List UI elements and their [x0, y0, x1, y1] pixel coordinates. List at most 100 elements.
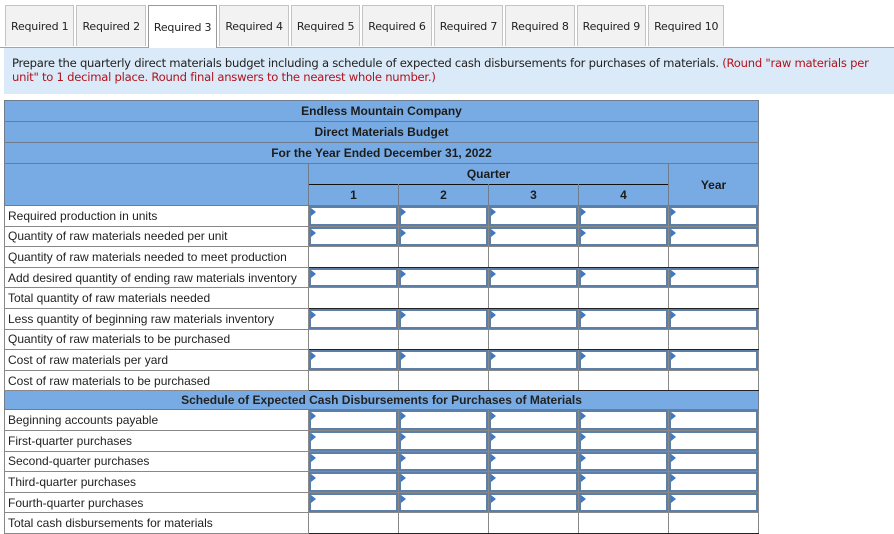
answer-input-q2[interactable]: [401, 208, 486, 224]
answer-input-q1[interactable]: [311, 310, 396, 327]
answer-input-q3[interactable]: [491, 494, 576, 511]
tab-required-9[interactable]: Required 9: [576, 5, 647, 46]
answer-input-year[interactable]: [671, 352, 756, 368]
cell-q4: [578, 246, 669, 268]
quarter-2-header: 2: [398, 184, 489, 206]
input-box: [669, 267, 758, 288]
answer-input-q1[interactable]: [311, 208, 396, 224]
cell-year: [668, 451, 759, 473]
budget-row: Required production in units: [4, 205, 759, 227]
input-box: [489, 267, 578, 288]
input-box: [309, 350, 398, 370]
answer-input-q3[interactable]: [491, 474, 576, 490]
row-label: Cost of raw materials per yard: [4, 349, 309, 371]
cell-q2: [398, 370, 489, 392]
budget-row: Quantity of raw materials to be purchase…: [4, 329, 759, 351]
answer-input-q1[interactable]: [311, 453, 396, 470]
input-box: [399, 410, 488, 430]
answer-input-year[interactable]: [671, 432, 756, 449]
input-box: [579, 206, 668, 226]
cell-q2: [398, 512, 489, 534]
tab-required-5[interactable]: Required 5: [290, 5, 361, 46]
answer-input-q3[interactable]: [491, 352, 576, 368]
quarter-3-header: 3: [488, 184, 579, 206]
tab-required-8[interactable]: Required 8: [505, 5, 575, 46]
answer-input-q3[interactable]: [491, 310, 576, 327]
input-box: [669, 206, 758, 226]
tab-required-1[interactable]: Required 1: [5, 5, 75, 46]
answer-input-q4[interactable]: [581, 494, 666, 511]
cell-year: [668, 471, 759, 493]
row-label: Quantity of raw materials needed per uni…: [4, 226, 309, 248]
answer-input-year[interactable]: [671, 228, 756, 245]
cell-q1: [308, 471, 399, 493]
answer-input-q2[interactable]: [401, 310, 486, 327]
answer-input-q4[interactable]: [581, 474, 666, 490]
answer-input-q2[interactable]: [401, 228, 486, 245]
cell-q3: [488, 349, 579, 371]
cell-q1: [308, 492, 399, 514]
cell-q2: [398, 349, 489, 371]
answer-input-q3[interactable]: [491, 228, 576, 245]
answer-input-year[interactable]: [671, 453, 756, 470]
answer-input-q2[interactable]: [401, 474, 486, 490]
cell-q3: [488, 329, 579, 351]
answer-input-q4[interactable]: [581, 208, 666, 224]
cell-q2: [398, 287, 489, 309]
cell-q1: [308, 512, 399, 534]
input-box: [579, 430, 668, 451]
answer-input-q1[interactable]: [311, 432, 396, 449]
cell-q3: [488, 471, 579, 493]
answer-input-q4[interactable]: [581, 269, 666, 286]
answer-input-q4[interactable]: [581, 432, 666, 449]
answer-input-q4[interactable]: [581, 352, 666, 368]
row-label: Required production in units: [4, 205, 309, 227]
input-box: [669, 430, 758, 451]
budget-row: Cost of raw materials to be purchased: [4, 370, 759, 392]
row-label: Quantity of raw materials to be purchase…: [4, 329, 309, 351]
input-box: [399, 350, 488, 370]
input-box: [579, 308, 668, 329]
answer-input-year[interactable]: [671, 494, 756, 511]
answer-input-q2[interactable]: [401, 352, 486, 368]
cell-q1: [308, 267, 399, 289]
answer-input-q3[interactable]: [491, 412, 576, 428]
answer-input-q1[interactable]: [311, 412, 396, 428]
tab-required-6[interactable]: Required 6: [362, 5, 432, 46]
answer-input-q1[interactable]: [311, 228, 396, 245]
answer-input-q2[interactable]: [401, 412, 486, 428]
schedule-row: Fourth-quarter purchases: [4, 492, 759, 514]
input-box: [669, 308, 758, 329]
answer-input-q3[interactable]: [491, 453, 576, 470]
input-box: [399, 308, 488, 329]
answer-input-q1[interactable]: [311, 474, 396, 490]
answer-input-q2[interactable]: [401, 269, 486, 286]
answer-input-q3[interactable]: [491, 432, 576, 449]
tab-required-7[interactable]: Required 7: [433, 5, 504, 46]
answer-input-q4[interactable]: [581, 412, 666, 428]
tab-required-10[interactable]: Required 10: [648, 5, 725, 46]
answer-input-q3[interactable]: [491, 269, 576, 286]
tab-required-4[interactable]: Required 4: [219, 5, 289, 46]
answer-input-q4[interactable]: [581, 453, 666, 470]
answer-input-q1[interactable]: [311, 352, 396, 368]
answer-input-year[interactable]: [671, 310, 756, 327]
answer-input-q2[interactable]: [401, 453, 486, 470]
answer-input-year[interactable]: [671, 208, 756, 224]
answer-input-year[interactable]: [671, 269, 756, 286]
input-box: [669, 410, 758, 430]
answer-input-q2[interactable]: [401, 494, 486, 511]
answer-input-q1[interactable]: [311, 494, 396, 511]
tab-required-2[interactable]: Required 2: [76, 5, 146, 46]
cell-q3: [488, 267, 579, 289]
answer-input-q1[interactable]: [311, 269, 396, 286]
tab-required-3[interactable]: Required 3: [147, 5, 218, 48]
answer-input-year[interactable]: [671, 474, 756, 490]
answer-input-q3[interactable]: [491, 208, 576, 224]
answer-input-q2[interactable]: [401, 432, 486, 449]
answer-input-year[interactable]: [671, 412, 756, 428]
cell-q3: [488, 226, 579, 248]
input-box: [489, 226, 578, 247]
answer-input-q4[interactable]: [581, 228, 666, 245]
answer-input-q4[interactable]: [581, 310, 666, 327]
